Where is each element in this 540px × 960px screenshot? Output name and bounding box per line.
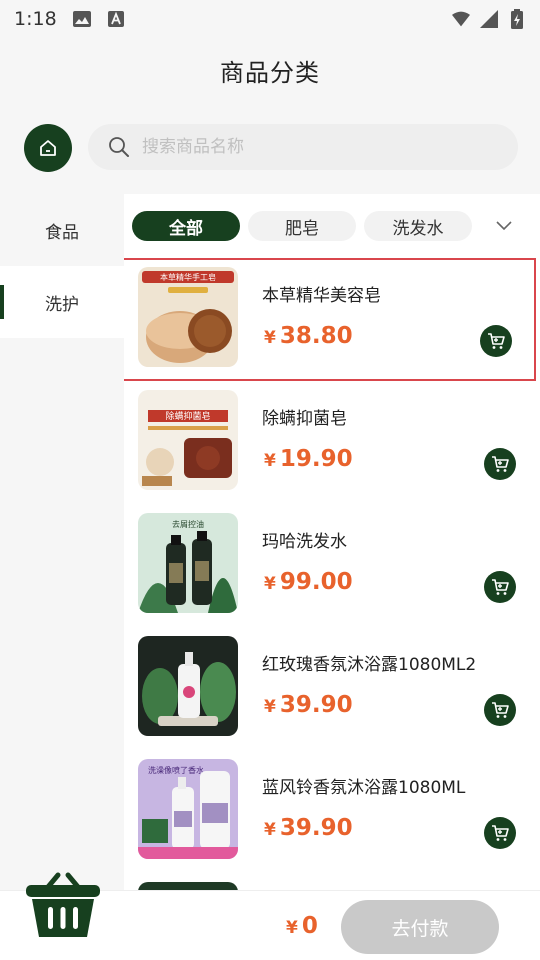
price-value: 39.90 — [279, 692, 353, 718]
product-price: ¥ 99.00 — [264, 569, 353, 595]
product-item[interactable]: 洗澡像喷了香水 蓝风铃香氛沐浴露1080ML ¥ 39.90 — [124, 750, 540, 873]
price-value: 19.90 — [279, 446, 353, 472]
basket-icon[interactable] — [24, 871, 102, 941]
add-to-cart-button[interactable] — [484, 571, 516, 603]
tab-shampoo[interactable]: 洗发水 — [364, 211, 472, 241]
sidebar-item-label: 洗护 — [45, 294, 79, 315]
tab-soap[interactable]: 肥皂 — [248, 211, 356, 241]
page-header: 商品分类 — [0, 38, 540, 102]
product-thumbnail: 除螨抑菌皂 — [138, 390, 238, 490]
price-value: 99.00 — [279, 569, 353, 595]
product-item[interactable]: 去屑控油 玛哈洗发水 ¥ 99.00 — [124, 504, 540, 627]
currency-symbol: ¥ — [264, 574, 276, 594]
product-info: 红玫瑰香氛沐浴露1080ML2 ¥ 39.90 — [262, 636, 540, 736]
thumbnail-text: 去屑控油 — [172, 519, 204, 529]
product-name: 玛哈洗发水 — [262, 532, 347, 552]
product-thumbnail — [138, 636, 238, 736]
home-icon — [40, 140, 56, 156]
product-item[interactable]: 本草精华手工皂 本草精华美容皂 ¥ 38.80 — [124, 258, 536, 381]
cart-icon — [492, 579, 509, 595]
battery-icon — [508, 9, 526, 29]
checkout-bar: ¥ 0 去付款 — [0, 872, 540, 960]
thumbnail-text: 除螨抑菌皂 — [165, 410, 210, 422]
status-time: 1:18 — [14, 8, 57, 30]
add-to-cart-button[interactable] — [480, 325, 512, 357]
thumbnail-text: 本草精华手工皂 — [160, 272, 216, 282]
page-title: 商品分类 — [220, 58, 320, 87]
checkout-button[interactable]: 去付款 — [341, 900, 499, 954]
signal-icon — [480, 10, 498, 28]
add-to-cart-button[interactable] — [484, 448, 516, 480]
price-value: 39.90 — [279, 815, 353, 841]
thumbnail-text: 洗澡像喷了香水 — [148, 765, 204, 775]
cart-icon — [488, 333, 505, 349]
currency-symbol: ¥ — [264, 451, 276, 471]
sidebar-item-food[interactable]: 食品 — [0, 194, 124, 266]
product-name: 蓝风铃香氛沐浴露1080ML — [262, 778, 466, 798]
product-item[interactable]: 除螨抑菌皂 除螨抑菌皂 ¥ 19.90 — [124, 381, 540, 504]
product-item[interactable] — [124, 873, 540, 890]
product-thumbnail — [138, 882, 238, 890]
product-list: 本草精华手工皂 本草精华美容皂 ¥ 38.80 除螨抑菌皂 除螨抑菌皂 ¥ 19… — [124, 258, 540, 890]
cart-icon — [492, 456, 509, 472]
wifi-icon — [452, 10, 470, 28]
currency-symbol: ¥ — [264, 820, 276, 840]
search-bar[interactable] — [88, 124, 518, 170]
cart-icon — [492, 702, 509, 718]
product-info: 蓝风铃香氛沐浴露1080ML ¥ 39.90 — [262, 759, 540, 859]
product-thumbnail: 本草精华手工皂 — [138, 267, 238, 367]
product-price: ¥ 39.90 — [264, 692, 353, 718]
cart-icon — [492, 825, 509, 841]
product-info: 除螨抑菌皂 ¥ 19.90 — [262, 390, 540, 490]
tab-all[interactable]: 全部 — [132, 211, 240, 241]
product-info: 本草精华美容皂 ¥ 38.80 — [262, 267, 536, 367]
status-bar: 1:18 — [0, 0, 540, 38]
sidebar-item-label: 食品 — [45, 222, 79, 243]
product-name: 除螨抑菌皂 — [262, 409, 347, 429]
home-button[interactable] — [24, 124, 72, 172]
category-sidebar: 食品 洗护 — [0, 194, 124, 890]
product-item[interactable]: 红玫瑰香氛沐浴露1080ML2 ¥ 39.90 — [124, 627, 540, 750]
currency-symbol: ¥ — [286, 918, 298, 938]
currency-symbol: ¥ — [264, 697, 276, 717]
image-notification-icon — [72, 10, 91, 28]
sidebar-item-care[interactable]: 洗护 — [0, 266, 124, 338]
search-row — [0, 102, 540, 194]
chevron-down-icon[interactable] — [494, 216, 514, 236]
cart-total: ¥ 0 — [286, 913, 318, 939]
currency-symbol: ¥ — [264, 328, 276, 348]
search-input[interactable] — [142, 137, 482, 157]
add-to-cart-button[interactable] — [484, 817, 516, 849]
product-price: ¥ 19.90 — [264, 446, 353, 472]
product-price: ¥ 38.80 — [264, 323, 353, 349]
product-info: 玛哈洗发水 ¥ 99.00 — [262, 513, 540, 613]
subcategory-tabs: 全部 肥皂 洗发水 — [124, 194, 540, 258]
product-name: 红玫瑰香氛沐浴露1080ML2 — [262, 655, 477, 675]
product-name: 本草精华美容皂 — [262, 286, 381, 306]
total-value: 0 — [301, 913, 318, 939]
product-thumbnail: 去屑控油 — [138, 513, 238, 613]
price-value: 38.80 — [279, 323, 353, 349]
product-thumbnail: 洗澡像喷了香水 — [138, 759, 238, 859]
product-price: ¥ 39.90 — [264, 815, 353, 841]
search-icon — [109, 137, 129, 157]
add-to-cart-button[interactable] — [484, 694, 516, 726]
a-notification-icon — [107, 10, 125, 28]
